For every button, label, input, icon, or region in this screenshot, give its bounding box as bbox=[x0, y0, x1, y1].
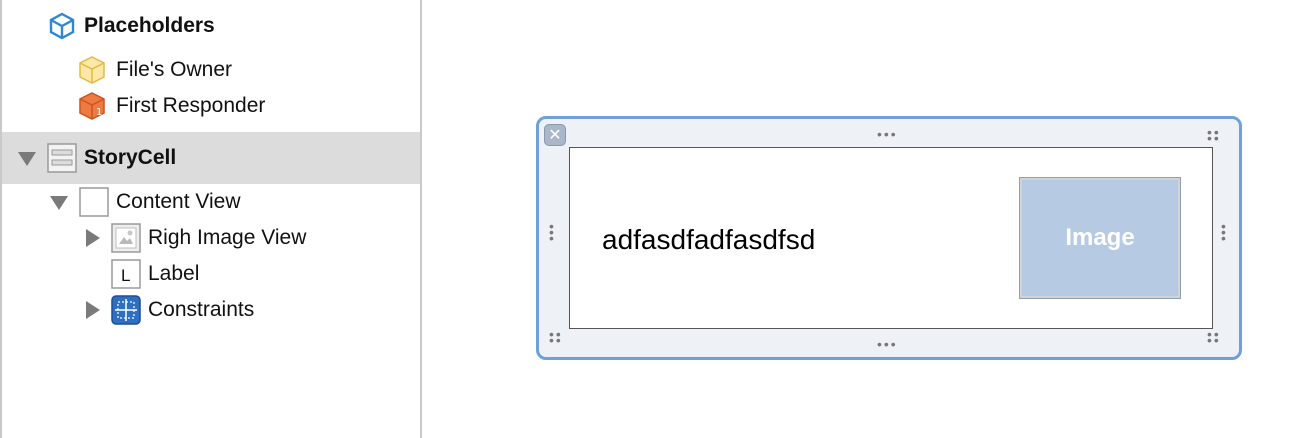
resize-handle-bottom-right[interactable]: •• •• bbox=[1207, 327, 1221, 347]
image-view-icon bbox=[110, 222, 142, 254]
resize-handle-top-right[interactable]: •• •• bbox=[1207, 125, 1221, 145]
righ-image-view-label: Righ Image View bbox=[148, 226, 307, 249]
outline-item-content-view[interactable]: Content View bbox=[2, 184, 420, 220]
files-owner-cube-icon bbox=[76, 54, 108, 86]
interface-builder-canvas[interactable]: ✕ ••• •• •• • • • • • • •• •• ••• •• •• adfasdf… bbox=[424, 0, 1316, 438]
resize-handle-left[interactable]: • • • bbox=[549, 219, 556, 245]
outline-item-constraints[interactable]: Constraints bbox=[2, 292, 420, 328]
files-owner-label: File's Owner bbox=[116, 58, 233, 81]
resize-handle-top[interactable]: ••• bbox=[877, 127, 898, 141]
label-icon-glyph: L bbox=[121, 266, 130, 285]
view-icon bbox=[78, 186, 110, 218]
constraints-icon bbox=[110, 294, 142, 326]
label-item-label: Label bbox=[148, 262, 200, 285]
outline-item-righ-image-view[interactable]: Righ Image View bbox=[2, 220, 420, 256]
resize-handle-right[interactable]: • • • bbox=[1221, 219, 1228, 245]
disclosure-expanded-icon[interactable] bbox=[50, 196, 68, 210]
label-icon: L bbox=[110, 258, 142, 290]
outline-item-first-responder[interactable]: 1 First Responder bbox=[2, 88, 420, 124]
cell-text-label[interactable]: adfasdfadfasdfsd bbox=[602, 224, 815, 256]
outline-item-files-owner[interactable]: File's Owner bbox=[2, 52, 420, 88]
placeholders-label: Placeholders bbox=[84, 14, 215, 37]
disclosure-expanded-icon[interactable] bbox=[18, 152, 36, 166]
content-view-label: Content View bbox=[116, 190, 241, 213]
resize-handle-bottom-left[interactable]: •• •• bbox=[549, 327, 563, 347]
first-responder-cube-icon: 1 bbox=[76, 90, 108, 122]
disclosure-collapsed-icon[interactable] bbox=[86, 229, 100, 247]
outline-item-label[interactable]: L Label bbox=[2, 256, 420, 292]
outline-item-placeholders[interactable]: Placeholders bbox=[2, 8, 420, 44]
cube-icon bbox=[46, 10, 78, 42]
table-cell-frame[interactable]: ✕ ••• •• •• • • • • • • •• •• ••• •• •• adfasdf… bbox=[536, 116, 1242, 360]
resize-handle-bottom[interactable]: ••• bbox=[877, 337, 898, 351]
svg-text:1: 1 bbox=[96, 107, 102, 118]
content-view[interactable]: adfasdfadfasdfsd Image bbox=[569, 147, 1213, 329]
table-cell-icon bbox=[46, 142, 78, 174]
storycell-label: StoryCell bbox=[84, 146, 177, 169]
constraints-label: Constraints bbox=[148, 298, 255, 321]
righ-image-view[interactable]: Image bbox=[1019, 177, 1181, 299]
first-responder-label: First Responder bbox=[116, 94, 266, 117]
disclosure-collapsed-icon[interactable] bbox=[86, 301, 100, 319]
close-icon[interactable]: ✕ bbox=[544, 124, 566, 146]
image-placeholder-text: Image bbox=[1065, 224, 1135, 251]
outline-item-storycell[interactable]: StoryCell bbox=[2, 132, 420, 184]
document-outline: Placeholders File's Owner 1 First Respon… bbox=[0, 0, 422, 438]
